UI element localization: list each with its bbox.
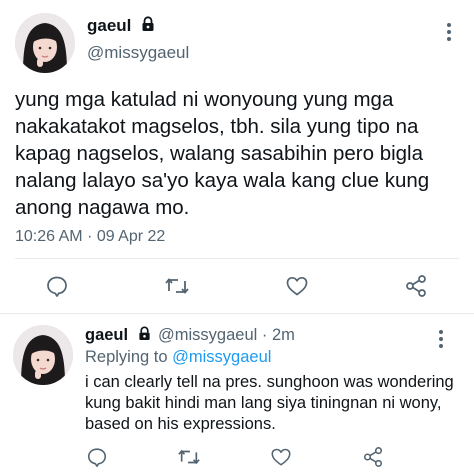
share-icon[interactable] (403, 273, 429, 299)
author-handle-time[interactable]: @missygaeul · 2m (158, 326, 295, 344)
lock-icon (138, 326, 151, 346)
reply-icon[interactable] (84, 444, 110, 470)
more-vertical-icon[interactable] (446, 23, 452, 44)
reply-header: gaeul @missygaeul · 2m (85, 326, 295, 346)
replying-to-label: Replying to (85, 348, 173, 366)
retweet-icon[interactable] (176, 444, 202, 470)
more-vertical-icon[interactable] (438, 330, 444, 351)
replying-to: Replying to @missygaeul (85, 348, 271, 367)
tweet-text: yung mga katulad ni wonyoung yung mga na… (15, 88, 430, 219)
display-name[interactable]: gaeul (85, 326, 128, 344)
divider (15, 258, 459, 259)
divider (0, 313, 474, 314)
author-name-row: gaeul (87, 16, 155, 37)
share-icon[interactable] (360, 444, 386, 470)
author-handle[interactable]: @missygaeul (87, 43, 189, 63)
reply-text: i can clearly tell na pres. sunghoon was… (85, 373, 454, 433)
replying-to-handle[interactable]: @missygaeul (172, 348, 271, 366)
retweet-icon[interactable] (164, 273, 190, 299)
tweet-timestamp[interactable]: 10:26 AM · 09 Apr 22 (15, 228, 165, 246)
avatar[interactable] (13, 325, 73, 385)
reply-icon[interactable] (44, 273, 70, 299)
heart-icon[interactable] (268, 444, 294, 470)
lock-icon (141, 16, 155, 37)
avatar[interactable] (15, 13, 75, 73)
display-name[interactable]: gaeul (87, 16, 131, 35)
heart-icon[interactable] (284, 273, 310, 299)
